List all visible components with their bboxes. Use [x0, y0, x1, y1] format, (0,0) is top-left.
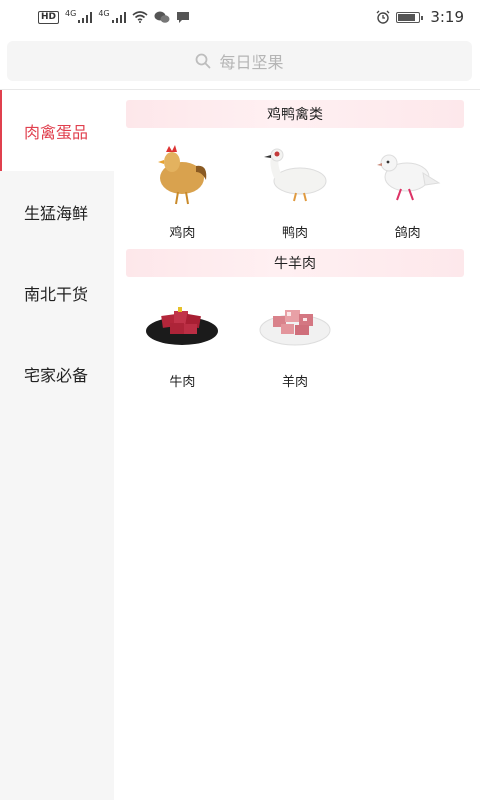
product-item-beef[interactable]: 牛肉 [126, 277, 239, 398]
sidebar-item-label: 南北干货 [24, 284, 89, 304]
network-label-2: 4G [98, 8, 110, 18]
product-item-chicken[interactable]: 鸡肉 [126, 128, 239, 249]
status-time: 3:19 [430, 8, 464, 26]
sidebar-item-dry-goods[interactable]: 南北干货 [0, 252, 114, 333]
signal-icon-2 [111, 11, 126, 23]
signal-icon [78, 11, 93, 23]
chicken-image [142, 138, 222, 212]
product-label: 羊肉 [281, 375, 308, 390]
sidebar-item-label: 肉禽蛋品 [24, 122, 89, 142]
pigeon-image [368, 138, 448, 212]
search-input[interactable]: 每日坚果 [7, 41, 472, 81]
network-label-1: 4G [65, 8, 77, 18]
status-bar: HD 4G 4G 3:19 [0, 0, 480, 34]
sidebar-item-meat-poultry-eggs[interactable]: 肉禽蛋品 [0, 90, 114, 171]
wechat-icon [154, 11, 170, 23]
sidebar-item-seafood[interactable]: 生猛海鲜 [0, 171, 114, 252]
product-label: 牛肉 [169, 375, 196, 390]
section-header-poultry: 鸡鸭禽类 [126, 100, 464, 128]
section-title: 牛羊肉 [274, 256, 316, 272]
duck-image [255, 138, 335, 212]
product-grid-beef-mutton: 牛肉 羊肉 [126, 277, 464, 398]
product-label: 鸡肉 [169, 226, 196, 241]
section-title: 鸡鸭禽类 [267, 107, 323, 123]
product-grid-poultry: 鸡肉 鸭肉 鸽肉 [126, 128, 464, 249]
wifi-icon [132, 11, 148, 23]
product-item-mutton[interactable]: 羊肉 [239, 277, 352, 398]
message-icon [176, 11, 189, 23]
alarm-icon [376, 10, 390, 24]
sidebar-item-label: 生猛海鲜 [24, 203, 89, 223]
battery-icon [396, 11, 424, 23]
search-icon [196, 53, 211, 69]
search-placeholder: 每日坚果 [219, 53, 284, 72]
product-label: 鸽肉 [394, 226, 421, 241]
mutton-image [255, 287, 335, 361]
sidebar-item-home-essentials[interactable]: 宅家必备 [0, 333, 114, 414]
product-label: 鸭肉 [281, 226, 308, 241]
product-item-pigeon[interactable]: 鸽肉 [351, 128, 464, 249]
status-right: 3:19 [376, 8, 464, 26]
section-header-beef-mutton: 牛羊肉 [126, 249, 464, 277]
sidebar-item-label: 宅家必备 [24, 365, 89, 385]
hd-indicator: HD [38, 10, 60, 24]
beef-image [142, 287, 222, 361]
status-left: HD 4G 4G [38, 8, 190, 24]
battery-level [398, 13, 416, 21]
product-item-duck[interactable]: 鸭肉 [239, 128, 352, 249]
category-sidebar: 肉禽蛋品 生猛海鲜 南北干货 宅家必备 [0, 90, 114, 800]
category-content: 鸡鸭禽类 鸡肉 鸭肉 鸽肉 牛羊肉 牛肉 羊肉 [126, 100, 464, 398]
